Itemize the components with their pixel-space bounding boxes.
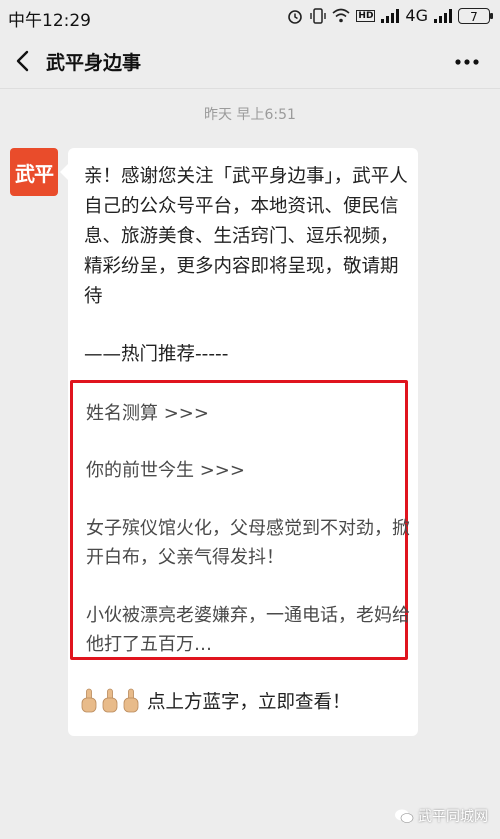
avatar[interactable]: 武平 xyxy=(10,148,58,196)
signal-icon-2 xyxy=(434,8,452,23)
intro-text: 亲！感谢您关注「武平身边事」，武平人自己的公众号平台，本地资讯、便民信息、旅游美… xyxy=(84,166,408,307)
nav-bar: 武平身边事 xyxy=(0,34,500,89)
alarm-icon xyxy=(288,9,303,24)
highlight-box: 姓名测算 >>> 你的前世今生 >>> 女子殡仪馆火化，父母感觉到不对劲，掀开白… xyxy=(70,380,411,660)
pointing-up-hand-icon xyxy=(81,688,97,713)
page-title: 武平身边事 xyxy=(46,52,142,74)
hd-label: HD xyxy=(356,9,376,22)
footer-line: 点上方蓝字，立即查看！ xyxy=(80,688,351,714)
watermark: 武平同城网 xyxy=(394,806,488,826)
battery-icon: 7 xyxy=(458,7,493,24)
signal-icon xyxy=(381,8,400,23)
recommendation-link-2[interactable]: 你的前世今生 >>> xyxy=(86,456,411,485)
wechat-logo-icon xyxy=(395,809,414,823)
recommendation-link-3[interactable]: 女子殡仪馆火化，父母感觉到不对劲，掀开白布，父亲气得发抖！ xyxy=(86,514,411,572)
recommendation-link-4[interactable]: 小伙被漂亮老婆嫌弃，一通电话，老妈给他打了五百万… xyxy=(86,601,411,659)
message-bubble[interactable]: 亲！感谢您关注「武平身边事」，武平人自己的公众号平台，本地资讯、便民信息、旅游美… xyxy=(60,148,418,736)
back-arrow-icon[interactable] xyxy=(10,46,38,76)
message-timestamp: 昨天 早上6:51 xyxy=(0,104,500,124)
section-title: ——热门推荐----- xyxy=(84,344,229,365)
recommendation-link-1[interactable]: 姓名测算 >>> xyxy=(86,399,411,428)
pointing-up-hand-icon xyxy=(123,688,139,713)
status-bar: 中午12:29 HD 4G 7 xyxy=(0,0,500,34)
pointing-up-hand-icon xyxy=(102,688,118,713)
more-options-icon[interactable] xyxy=(454,52,480,72)
footer-text: 点上方蓝字，立即查看！ xyxy=(147,692,351,713)
network-type: 4G xyxy=(405,6,428,25)
status-icons: HD 4G 7 xyxy=(286,6,493,25)
timestamp-text: 昨天 早上6:51 xyxy=(204,107,296,123)
vibrate-icon xyxy=(310,7,327,24)
status-time: 中午12:29 xyxy=(8,11,91,31)
wifi-icon xyxy=(332,8,350,22)
watermark-text: 武平同城网 xyxy=(418,809,488,825)
